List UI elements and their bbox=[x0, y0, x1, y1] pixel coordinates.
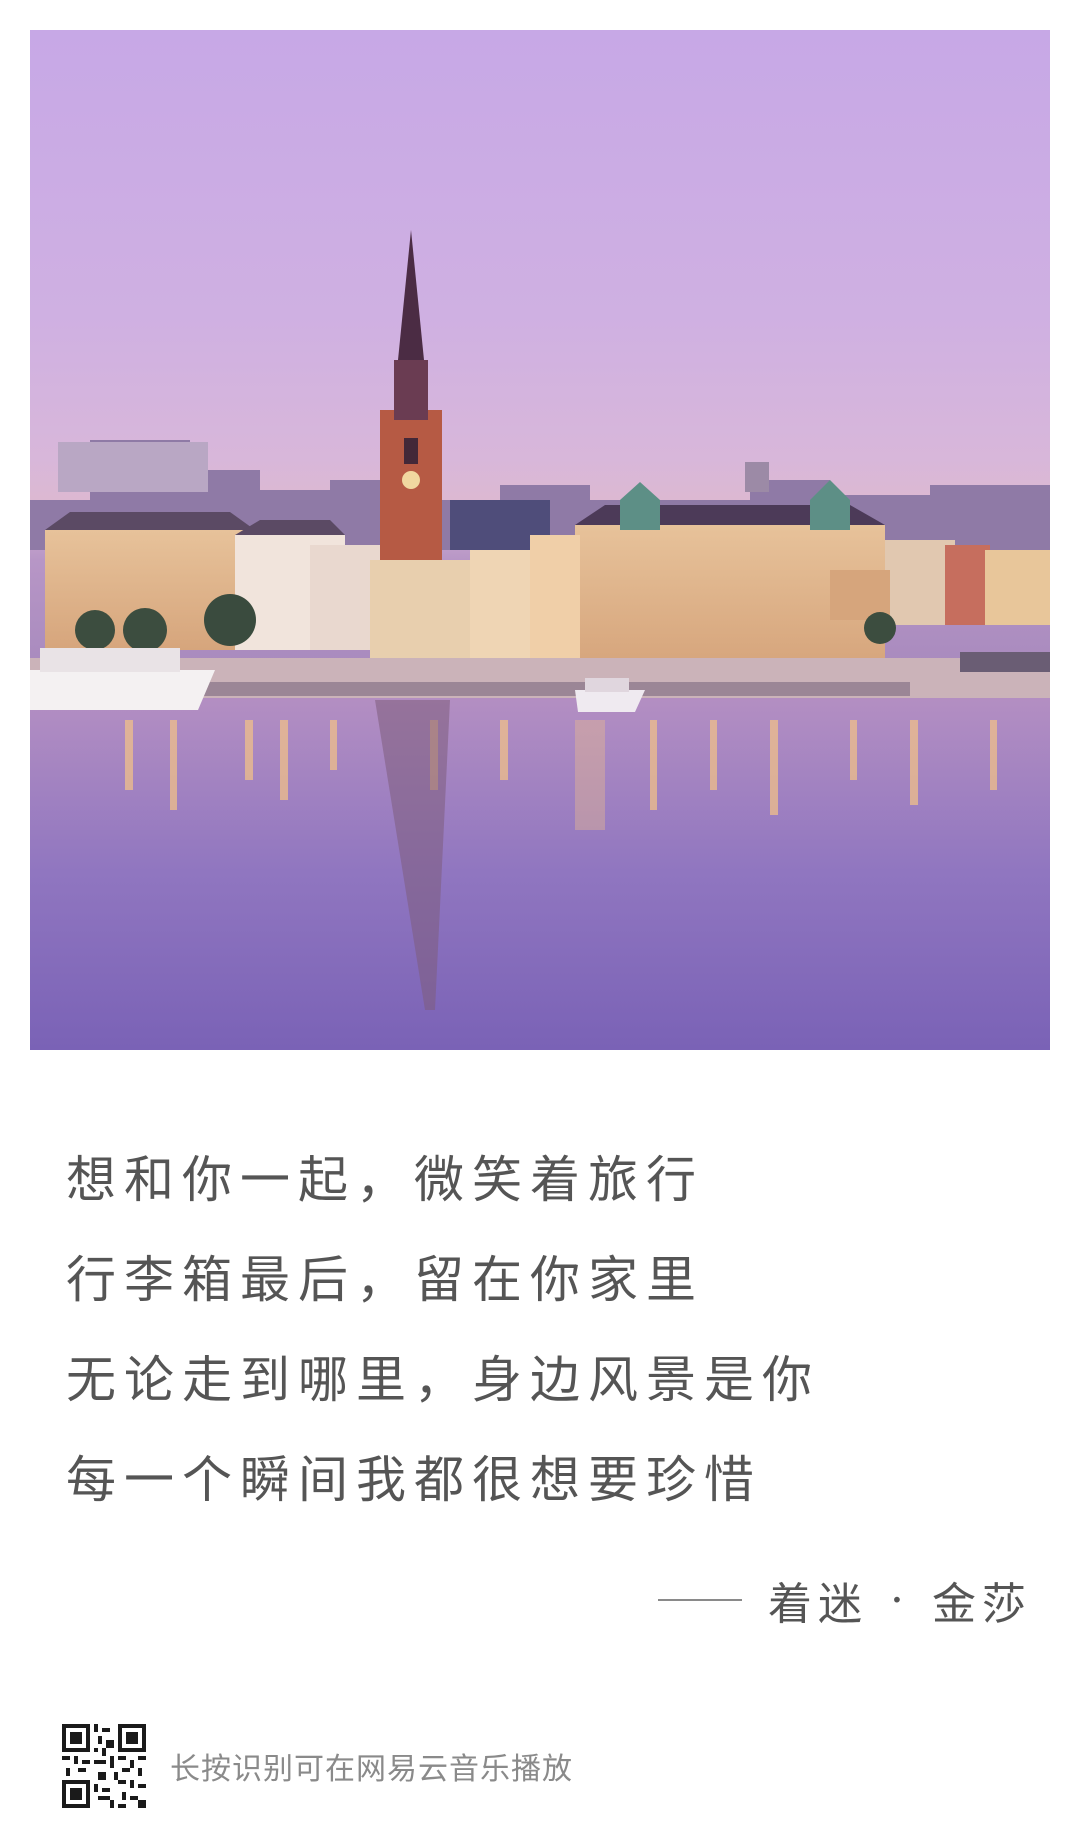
lyric-line: 想和你一起，微笑着旅行 bbox=[66, 1151, 704, 1209]
share-footer: 长按识别可在网易云音乐播放 bbox=[62, 1724, 573, 1808]
footer-hint-text: 长按识别可在网易云音乐播放 bbox=[170, 1752, 573, 1787]
lyric-line: 行李箱最后，留在你家里 bbox=[66, 1251, 704, 1309]
cityscape-illustration bbox=[30, 230, 1050, 1050]
lyrics-block: 想和你一起，微笑着旅行 行李箱最后，留在你家里 无论走到哪里，身边风景是你 每一… bbox=[66, 1130, 820, 1530]
attribution-separator: · bbox=[890, 1574, 910, 1626]
qr-code-icon[interactable] bbox=[62, 1724, 146, 1808]
lyric-line: 每一个瞬间我都很想要珍惜 bbox=[66, 1451, 762, 1509]
song-title: 着迷 bbox=[768, 1579, 868, 1630]
attribution-dash bbox=[658, 1599, 742, 1601]
cover-photo bbox=[30, 30, 1050, 1050]
lyric-line: 无论走到哪里，身边风景是你 bbox=[66, 1351, 820, 1409]
artist-name: 金莎 bbox=[932, 1579, 1032, 1630]
song-attribution: 着迷 · 金莎 bbox=[658, 1570, 1032, 1630]
